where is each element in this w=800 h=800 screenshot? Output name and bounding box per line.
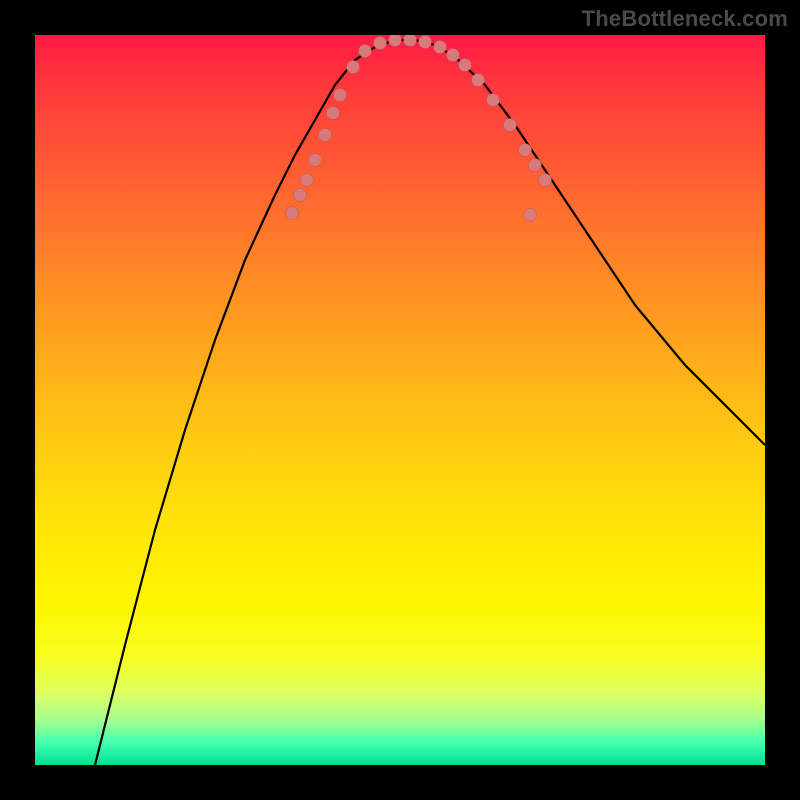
data-point xyxy=(334,89,347,102)
curve-path xyxy=(95,40,765,765)
data-point xyxy=(309,154,322,167)
data-point xyxy=(404,35,417,47)
data-point xyxy=(389,35,402,47)
data-point xyxy=(487,94,500,107)
data-point xyxy=(529,159,542,172)
data-point xyxy=(519,144,532,157)
data-point xyxy=(434,41,447,54)
data-point xyxy=(327,107,340,120)
data-point xyxy=(347,61,360,74)
data-point xyxy=(419,36,432,49)
data-point xyxy=(472,74,485,87)
data-point xyxy=(359,45,372,58)
data-point xyxy=(301,174,314,187)
plot-area xyxy=(35,35,765,765)
data-point xyxy=(524,209,537,222)
watermark-text: TheBottleneck.com xyxy=(582,6,788,32)
data-point xyxy=(319,129,332,142)
data-point xyxy=(374,37,387,50)
data-point xyxy=(459,59,472,72)
bottleneck-curve xyxy=(35,35,765,765)
data-point xyxy=(504,119,517,132)
marker-group xyxy=(286,35,552,222)
data-point xyxy=(539,174,552,187)
data-point xyxy=(286,207,299,220)
chart-frame: TheBottleneck.com xyxy=(0,0,800,800)
data-point xyxy=(447,49,460,62)
data-point xyxy=(294,189,307,202)
